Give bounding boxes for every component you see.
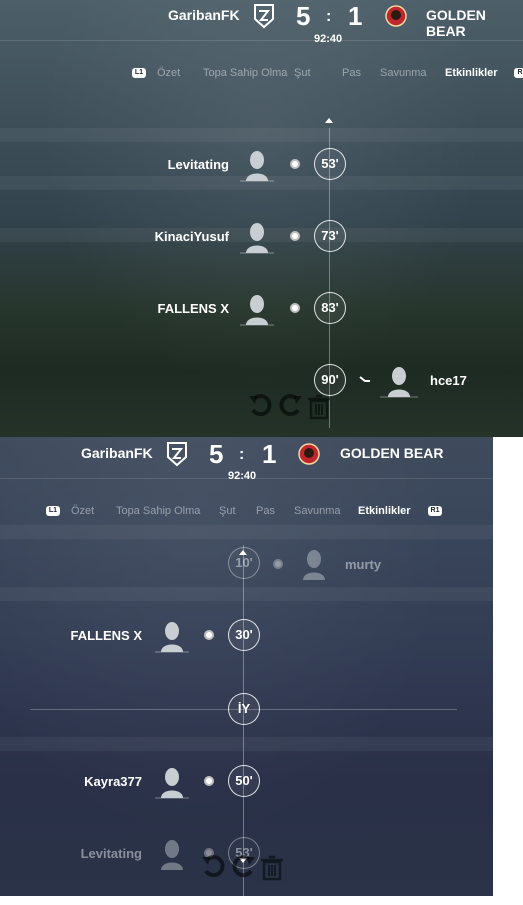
home-team-crest-icon: [254, 4, 274, 29]
r1-bumper-icon[interactable]: R: [514, 68, 523, 78]
r1-bumper-icon[interactable]: R1: [428, 506, 442, 516]
player-avatar-icon: [303, 550, 325, 580]
goal-ball-icon: [290, 303, 300, 313]
goal-ball-icon: [290, 231, 300, 241]
away-team-crest-icon: [385, 5, 407, 27]
away-team-name: GOLDEN BEAR: [426, 7, 486, 39]
event-player-name: FALLENS X: [157, 301, 229, 316]
background-stripe: [0, 128, 523, 142]
event-minute-badge: 53': [314, 148, 346, 180]
background-stripe: [0, 525, 493, 539]
tab-pas[interactable]: Pas: [342, 67, 361, 79]
substitution-icon: [359, 376, 370, 382]
halftime-badge: İY: [228, 693, 260, 725]
event-player-name: Kayra377: [84, 774, 142, 789]
away-team-crest-icon: [298, 443, 320, 465]
scroll-up-icon[interactable]: [239, 550, 247, 555]
stats-tab-bar: L1 Özet Topa Sahip Olma Şut Pas Savunma …: [0, 66, 523, 86]
event-minute-badge: 50': [228, 765, 260, 797]
bottom-screenshot: GaribanFK 5 : 1 GOLDEN BEAR 92:40 L1 Öze…: [0, 437, 493, 896]
match-clock: 92:40: [314, 33, 343, 45]
home-score: 5: [209, 439, 224, 469]
redo-icon[interactable]: [276, 392, 304, 418]
event-minute-badge: 73': [314, 220, 346, 252]
tab-topa-sahip-olma[interactable]: Topa Sahip Olma: [203, 67, 287, 79]
scroll-up-icon[interactable]: [325, 118, 333, 123]
undo-icon[interactable]: [200, 853, 228, 879]
goal-ball-icon: [290, 159, 300, 169]
player-avatar-icon: [240, 151, 274, 182]
home-team-name: GaribanFK: [168, 7, 240, 23]
tab-pas[interactable]: Pas: [256, 505, 275, 517]
stats-tab-bar: L1 Özet Topa Sahip Olma Şut Pas Savunma …: [0, 504, 493, 524]
player-avatar-icon: [380, 367, 418, 398]
away-team-name: GOLDEN BEAR: [340, 445, 444, 461]
tab-savunma[interactable]: Savunma: [294, 505, 340, 517]
delete-icon[interactable]: [306, 394, 332, 420]
home-score: 5: [296, 1, 311, 31]
event-minute-badge: 30': [228, 619, 260, 651]
undo-icon[interactable]: [247, 392, 275, 418]
background-stripe: [0, 737, 493, 751]
tab-etkinlikler[interactable]: Etkinlikler: [358, 505, 411, 517]
match-clock: 92:40: [228, 470, 257, 482]
event-minute-badge: 83': [314, 292, 346, 324]
tab-ozet[interactable]: Özet: [157, 67, 180, 79]
goal-ball-icon: [204, 776, 214, 786]
goal-ball-icon: [273, 559, 283, 569]
tab-savunma[interactable]: Savunma: [380, 67, 426, 79]
redo-icon[interactable]: [229, 853, 257, 879]
background-stripe: [0, 587, 493, 601]
away-score: 1: [262, 439, 277, 469]
player-avatar-icon: [161, 840, 183, 870]
tab-ozet[interactable]: Özet: [71, 505, 94, 517]
top-screenshot: GaribanFK 5 : 1 GOLDEN BEAR 92:40 L1 Öze…: [0, 0, 523, 437]
event-player-name: KinaciYusuf: [154, 229, 229, 244]
event-player-name: FALLENS X: [70, 628, 142, 643]
header-divider: [0, 478, 493, 479]
event-player-name: Levitating: [80, 846, 142, 861]
event-player-name: hce17: [430, 373, 467, 388]
delete-icon[interactable]: [259, 855, 285, 881]
tab-sut[interactable]: Şut: [219, 505, 236, 517]
tab-sut[interactable]: Şut: [294, 67, 311, 79]
event-player-name: Levitating: [167, 157, 229, 172]
score-separator: :: [326, 8, 332, 25]
home-team-crest-icon: [167, 442, 187, 467]
score-separator: :: [239, 446, 245, 463]
goal-ball-icon: [204, 630, 214, 640]
player-avatar-icon: [155, 622, 189, 653]
tab-topa-sahip-olma[interactable]: Topa Sahip Olma: [116, 505, 200, 517]
player-avatar-icon: [240, 295, 274, 326]
event-minute-badge: 90': [314, 364, 346, 396]
header-divider: [0, 40, 523, 41]
player-avatar-icon: [155, 768, 189, 799]
tab-etkinlikler[interactable]: Etkinlikler: [445, 67, 498, 79]
l1-bumper-icon[interactable]: L1: [46, 506, 60, 516]
home-team-name: GaribanFK: [81, 445, 153, 461]
away-score: 1: [348, 1, 363, 31]
l1-bumper-icon[interactable]: L1: [132, 68, 146, 78]
player-avatar-icon: [240, 223, 274, 254]
event-player-name: murty: [345, 557, 382, 572]
